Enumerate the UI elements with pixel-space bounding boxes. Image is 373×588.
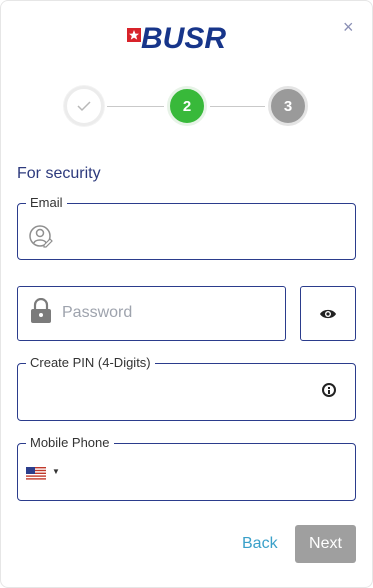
lock-icon [31, 298, 51, 323]
step-1-complete [64, 86, 104, 126]
star-icon [127, 28, 141, 42]
show-password-button[interactable] [300, 286, 356, 341]
password-placeholder: Password [62, 304, 133, 321]
phone-label: Mobile Phone [30, 435, 110, 450]
next-button[interactable]: Next [295, 525, 356, 563]
us-flag-icon[interactable] [26, 467, 46, 480]
email-field[interactable]: Email [17, 196, 356, 260]
email-label: Email [30, 195, 63, 210]
chevron-down-icon[interactable]: ▼ [52, 467, 60, 476]
section-title: For security [17, 165, 101, 182]
info-icon[interactable] [322, 383, 336, 397]
step-3-upcoming: 3 [268, 86, 308, 126]
step-connector [210, 106, 265, 107]
password-field[interactable]: Password [17, 286, 286, 341]
logo-text: BUSR [141, 22, 227, 55]
eye-icon [320, 309, 336, 318]
pin-field[interactable]: Create PIN (4-Digits) [17, 356, 356, 421]
step-2-active: 2 [167, 86, 207, 126]
user-edit-icon [29, 225, 53, 248]
pin-label: Create PIN (4-Digits) [30, 355, 151, 370]
back-button[interactable]: Back [242, 535, 278, 553]
step-connector [107, 106, 164, 107]
mobile-phone-field[interactable]: Mobile Phone [17, 436, 356, 501]
checkmark-icon [77, 101, 91, 112]
close-icon[interactable]: × [343, 17, 354, 37]
